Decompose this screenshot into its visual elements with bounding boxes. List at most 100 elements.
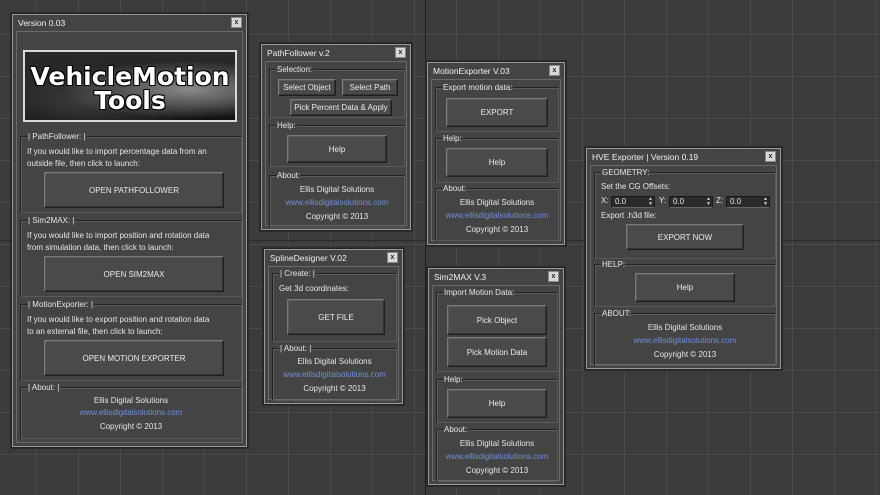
pathfollower-group: | PathFollower: | If you would like to i…: [20, 132, 242, 213]
website-link[interactable]: www.ellisdigitalsolutions.com: [436, 210, 558, 222]
open-pathfollower-button[interactable]: OPEN PATHFOLLOWER: [44, 172, 224, 208]
company-name: Ellis Digital Solutions: [93, 396, 169, 405]
about-group: About: Ellis Digital Solutions www.ellis…: [436, 425, 558, 482]
logo-text-line2: Tools: [94, 86, 166, 115]
close-icon[interactable]: x: [231, 17, 242, 28]
close-icon[interactable]: x: [395, 47, 406, 58]
close-icon[interactable]: x: [765, 151, 776, 162]
export-now-button[interactable]: EXPORT NOW: [626, 224, 744, 250]
x-offset-value: 0.0: [615, 197, 627, 206]
group-label: About:: [442, 184, 468, 193]
about-group: About: Ellis Digital Solutions www.ellis…: [269, 171, 405, 228]
about-group: About: Ellis Digital Solutions www.ellis…: [435, 184, 559, 241]
group-label: | Sim2MAX: |: [27, 216, 76, 225]
select-object-button[interactable]: Select Object: [278, 79, 336, 96]
title-bar[interactable]: Sim2MAX V.3 x: [429, 269, 563, 284]
spinner-arrows-icon[interactable]: ▲ ▼: [763, 197, 768, 207]
y-offset-spinner[interactable]: 0.0 ▲ ▼: [669, 196, 713, 208]
website-link[interactable]: www.ellisdigitalsolutions.com: [273, 369, 396, 381]
description-line: from simulation data, then click to laun…: [27, 243, 174, 252]
help-group: Help: Help: [269, 121, 405, 167]
close-icon[interactable]: x: [387, 252, 398, 263]
group-label: About:: [443, 425, 469, 434]
get-file-button[interactable]: GET FILE: [287, 299, 385, 335]
window-title: PathFollower v.2: [267, 48, 330, 58]
geometry-group: GEOMETRY: Set the CG Offsets: X: 0.0 ▲ ▼ …: [594, 168, 776, 259]
group-label: | MotionExporter: |: [27, 300, 95, 309]
open-motion-exporter-button[interactable]: OPEN MOTION EXPORTER: [44, 340, 224, 376]
vehiclemotion-logo: VehicleMotion Tools: [23, 50, 237, 122]
x-offset-spinner[interactable]: 0.0 ▲ ▼: [611, 196, 655, 208]
viewport-axis-vertical: [425, 0, 426, 495]
hve-exporter-window: HVE Exporter | Version 0.19 x GEOMETRY: …: [585, 147, 782, 370]
splinedesigner-window: SplineDesigner V.02 x | Create: | Get 3d…: [263, 248, 404, 405]
title-bar[interactable]: HVE Exporter | Version 0.19 x: [587, 149, 780, 164]
group-label: Export motion data:: [442, 83, 514, 92]
copyright-text: Copyright © 2013: [303, 384, 366, 393]
help-group: Help: Help: [436, 375, 558, 423]
description-line: outside file, then click to launch:: [27, 159, 140, 168]
window-body: Selection: Select Object Select Path Pic…: [265, 61, 407, 228]
spinner-arrows-icon[interactable]: ▲ ▼: [706, 197, 711, 207]
website-link[interactable]: www.ellisdigitalsolutions.com: [437, 451, 557, 463]
help-button[interactable]: Help: [635, 273, 735, 302]
website-link[interactable]: www.ellisdigitalsolutions.com: [595, 335, 775, 347]
pick-motion-data-button[interactable]: Pick Motion Data: [447, 337, 547, 367]
window-body: GEOMETRY: Set the CG Offsets: X: 0.0 ▲ ▼ …: [590, 165, 777, 366]
spinner-arrows-icon[interactable]: ▲ ▼: [648, 197, 653, 207]
website-link[interactable]: www.ellisdigitalsolutions.com: [21, 407, 241, 419]
description-line: If you would like to import position and…: [27, 231, 210, 240]
y-offset-value: 0.0: [673, 197, 685, 206]
description-line: If you would like to export position and…: [27, 315, 210, 324]
close-icon[interactable]: x: [549, 65, 560, 76]
about-group: ABOUT: Ellis Digital Solutions www.ellis…: [594, 309, 776, 366]
window-title: Version 0.03: [18, 18, 66, 28]
create-group: | Create: | Get 3d coordinates: GET FILE: [272, 269, 397, 342]
group-label: Help:: [442, 134, 463, 143]
window-title: HVE Exporter | Version 0.19: [592, 152, 699, 162]
select-path-button[interactable]: Select Path: [342, 79, 398, 96]
copyright-text: Copyright © 2013: [653, 350, 717, 359]
company-name: Ellis Digital Solutions: [297, 357, 372, 366]
export-h3d-label: Export .h3d file:: [601, 211, 657, 220]
window-body: Export motion data: EXPORT Help: Help Ab…: [431, 79, 561, 241]
company-name: Ellis Digital Solutions: [647, 323, 723, 332]
export-group: Export motion data: EXPORT: [435, 83, 559, 132]
window-body: Import Motion Data: Pick Object Pick Mot…: [432, 285, 560, 482]
copyright-text: Copyright © 2013: [465, 466, 529, 475]
group-label: GEOMETRY:: [601, 168, 651, 177]
pick-percent-data-button[interactable]: Pick Percent Data & Apply: [290, 99, 392, 116]
z-offset-spinner[interactable]: 0.0 ▲ ▼: [726, 196, 770, 208]
y-label: Y:: [659, 196, 667, 205]
export-button[interactable]: EXPORT: [446, 98, 548, 127]
close-icon[interactable]: x: [548, 271, 559, 282]
z-offset-value: 0.0: [730, 197, 742, 206]
description-line: to an external file, then click to launc…: [27, 327, 163, 336]
title-bar[interactable]: MotionExporter V.03 x: [428, 63, 564, 78]
group-label: Selection:: [276, 65, 314, 74]
help-button[interactable]: Help: [287, 135, 387, 163]
group-label: Help:: [443, 375, 464, 384]
window-body: | Create: | Get 3d coordinates: GET FILE…: [268, 266, 399, 401]
window-title: MotionExporter V.03: [433, 66, 510, 76]
help-button[interactable]: Help: [447, 389, 547, 418]
description-line: If you would like to import percentage d…: [27, 147, 207, 156]
help-button[interactable]: Help: [446, 148, 548, 177]
z-label: Z:: [716, 196, 724, 205]
group-label: ABOUT:: [601, 309, 632, 318]
title-bar[interactable]: PathFollower v.2 x: [262, 45, 410, 60]
group-label: Import Motion Data:: [443, 288, 516, 297]
open-sim2max-button[interactable]: OPEN SIM2MAX: [44, 256, 224, 292]
selection-group: Selection: Select Object Select Path Pic…: [269, 65, 405, 118]
window-body: VehicleMotion Tools | PathFollower: | If…: [16, 31, 243, 443]
website-link[interactable]: www.ellisdigitalsolutions.com: [270, 197, 404, 209]
copyright-text: Copyright © 2013: [99, 422, 163, 431]
title-bar[interactable]: SplineDesigner V.02 x: [265, 250, 402, 265]
pick-object-button[interactable]: Pick Object: [447, 305, 547, 335]
group-label: | PathFollower: |: [27, 132, 87, 141]
group-label: | Create: |: [279, 269, 316, 278]
about-group: | About: | Ellis Digital Solutions www.e…: [272, 344, 397, 401]
company-name: Ellis Digital Solutions: [299, 185, 375, 194]
motionexporter-group: | MotionExporter: | If you would like to…: [20, 300, 242, 381]
title-bar[interactable]: Version 0.03 x: [13, 15, 246, 30]
